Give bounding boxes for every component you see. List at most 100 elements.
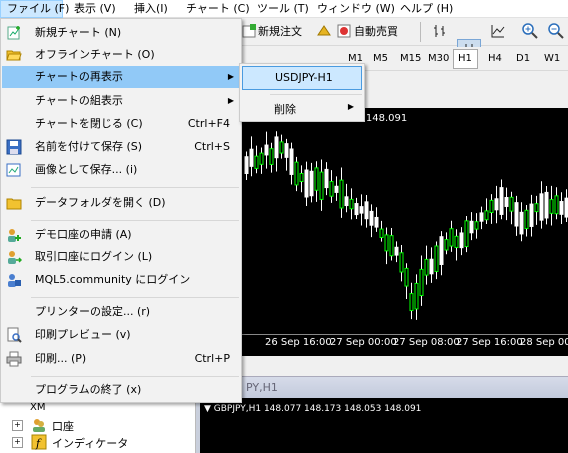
candle-body — [474, 221, 479, 230]
candle-body — [554, 195, 559, 215]
menu-item-label: プログラムの終了 (x) — [35, 383, 142, 396]
candle-body — [464, 220, 469, 248]
candle-body — [429, 258, 434, 275]
accounts-icon — [33, 419, 45, 432]
chart-axis-line — [242, 334, 568, 335]
candle-body — [389, 235, 394, 257]
candlestick-chart — [244, 131, 568, 320]
menu-item-printer-setup[interactable]: プリンターの設定... (r) — [2, 301, 240, 323]
candle-body — [424, 258, 429, 276]
expand-icon[interactable]: + — [12, 437, 23, 448]
timeframe-d1[interactable]: D1 — [512, 49, 534, 69]
candle-body — [274, 136, 279, 159]
candle-body — [469, 220, 474, 234]
timeframe-h4[interactable]: H4 — [484, 49, 506, 69]
candle-body — [349, 198, 354, 210]
menu-item-label: MQL5.community にログイン — [35, 273, 191, 286]
menu-item-exit[interactable]: プログラムの終了 (x) — [2, 379, 240, 401]
file-menu: 新規チャート (N) オフラインチャート (O) チャートの再表示 ▶ チャート… — [0, 18, 242, 403]
chart-window-title: PY,H1 — [246, 381, 278, 394]
login-icon — [8, 251, 22, 264]
menu-item-print-preview[interactable]: 印刷プレビュー (v) — [2, 324, 240, 346]
save-image-icon — [6, 163, 21, 177]
menu-item-login-mql5[interactable]: MQL5.community にログイン — [2, 269, 240, 291]
submenu-item-usdjpy[interactable]: USDJPY-H1 — [242, 66, 362, 90]
menu-item-label: プリンターの設定... (r) — [35, 305, 151, 318]
menu-item-print[interactable]: 印刷... (P) Ctrl+P — [2, 348, 240, 370]
menu-item-save-as-image[interactable]: 画像として保存... (i) — [2, 159, 240, 181]
mql5-icon — [8, 274, 21, 287]
print-preview-icon — [7, 327, 22, 343]
menu-view[interactable]: 表示 (V) — [68, 0, 122, 18]
menu-tools[interactable]: ツール (T) — [251, 0, 315, 18]
menu-item-login-trade[interactable]: 取引口座にログイン (L) — [2, 246, 240, 268]
timeframe-h1[interactable]: H1 — [453, 49, 478, 69]
menu-item-shortcut: Ctrl+F4 — [187, 117, 230, 130]
candle-body — [509, 196, 514, 212]
candle-body — [324, 168, 329, 189]
candle-body — [559, 201, 564, 215]
printer-icon — [6, 351, 22, 367]
timeframe-m30[interactable]: M30 — [424, 49, 453, 69]
timeframe-w1[interactable]: W1 — [540, 49, 564, 69]
candle-body — [444, 239, 449, 251]
menu-item-label: データフォルダを開く (D) — [35, 196, 166, 209]
menu-insert[interactable]: 挿入(I) — [128, 0, 174, 18]
menu-item-label: 取引口座にログイン (L) — [35, 250, 153, 263]
menu-help[interactable]: ヘルプ (H) — [394, 0, 459, 18]
chart-window-titlebar[interactable]: PY,H1 — [196, 376, 568, 398]
menu-item-save-as[interactable]: 名前を付けて保存 (S) Ctrl+S — [2, 136, 240, 158]
auto-trade-button[interactable]: 自動売買 — [354, 21, 398, 43]
auto-trade-icon — [317, 25, 331, 36]
menu-item-demo-account[interactable]: デモ口座の申請 (A) — [2, 224, 240, 246]
timeframe-m15[interactable]: M15 — [396, 49, 425, 69]
menu-item-label: チャートの組表示 — [35, 94, 123, 107]
menu-item-offline-chart[interactable]: オフラインチャート (O) — [2, 44, 240, 66]
candle-body — [534, 203, 539, 213]
candle-body — [434, 245, 439, 272]
navigator-root[interactable]: XM — [30, 402, 45, 413]
candle-body — [384, 234, 389, 252]
menu-separator — [270, 94, 362, 95]
reopen-chart-submenu: USDJPY-H1 削除 ▶ — [239, 63, 365, 122]
new-chart-icon — [7, 26, 20, 40]
menu-bar: ファイル (F) 表示 (V) 挿入(I) チャート (C) ツール (T) ウ… — [0, 0, 568, 18]
zoom-in-icon[interactable] — [522, 23, 538, 39]
navigator-item-indicators[interactable]: インディケータ — [52, 435, 128, 451]
menu-item-label: デモ口座の申請 (A) — [35, 228, 132, 241]
x-axis-label: 27 Sep 16:00 — [456, 337, 523, 348]
submenu-item-delete[interactable]: 削除 ▶ — [242, 97, 362, 119]
candle-body — [494, 198, 499, 211]
menu-separator — [31, 376, 239, 377]
candle-body — [289, 148, 294, 175]
zoom-out-icon[interactable] — [548, 23, 564, 39]
x-axis-label: 26 Sep 16:00 — [265, 337, 332, 348]
expand-icon[interactable]: + — [12, 420, 23, 431]
menu-item-new-chart[interactable]: 新規チャート (N) — [2, 22, 240, 44]
candle-body — [449, 228, 454, 247]
menu-separator — [31, 187, 239, 188]
menu-item-open-data-folder[interactable]: データフォルダを開く (D) — [2, 192, 240, 214]
submenu-item-label: 削除 — [274, 103, 296, 116]
menu-separator — [31, 220, 239, 221]
navigator-item-accounts[interactable]: 口座 — [52, 418, 74, 434]
bar-chart-icon[interactable] — [432, 23, 448, 39]
candle-body — [329, 181, 334, 197]
candle-body — [404, 267, 409, 287]
menu-item-close-chart[interactable]: チャートを閉じる (C) Ctrl+F4 — [2, 113, 240, 135]
candle-body — [359, 206, 364, 214]
menu-chart[interactable]: チャート (C) — [180, 0, 256, 18]
candle-body — [489, 199, 494, 214]
menu-item-reopen-chart[interactable]: チャートの再表示 ▶ — [2, 66, 240, 88]
menu-item-label: チャートの再表示 — [35, 70, 123, 83]
x-axis-label: 27 Sep 00:00 — [330, 337, 397, 348]
candle-body — [454, 235, 459, 248]
menu-file[interactable]: ファイル (F) — [0, 0, 69, 18]
candle-body — [284, 143, 289, 158]
menu-window[interactable]: ウィンドウ (W) — [311, 0, 401, 18]
menu-item-chart-set[interactable]: チャートの組表示 ▶ — [2, 90, 240, 112]
new-order-button[interactable]: 新規注文 — [258, 21, 302, 43]
candle-body — [479, 212, 484, 222]
line-chart-icon[interactable] — [490, 23, 506, 39]
timeframe-m5[interactable]: M5 — [369, 49, 392, 69]
